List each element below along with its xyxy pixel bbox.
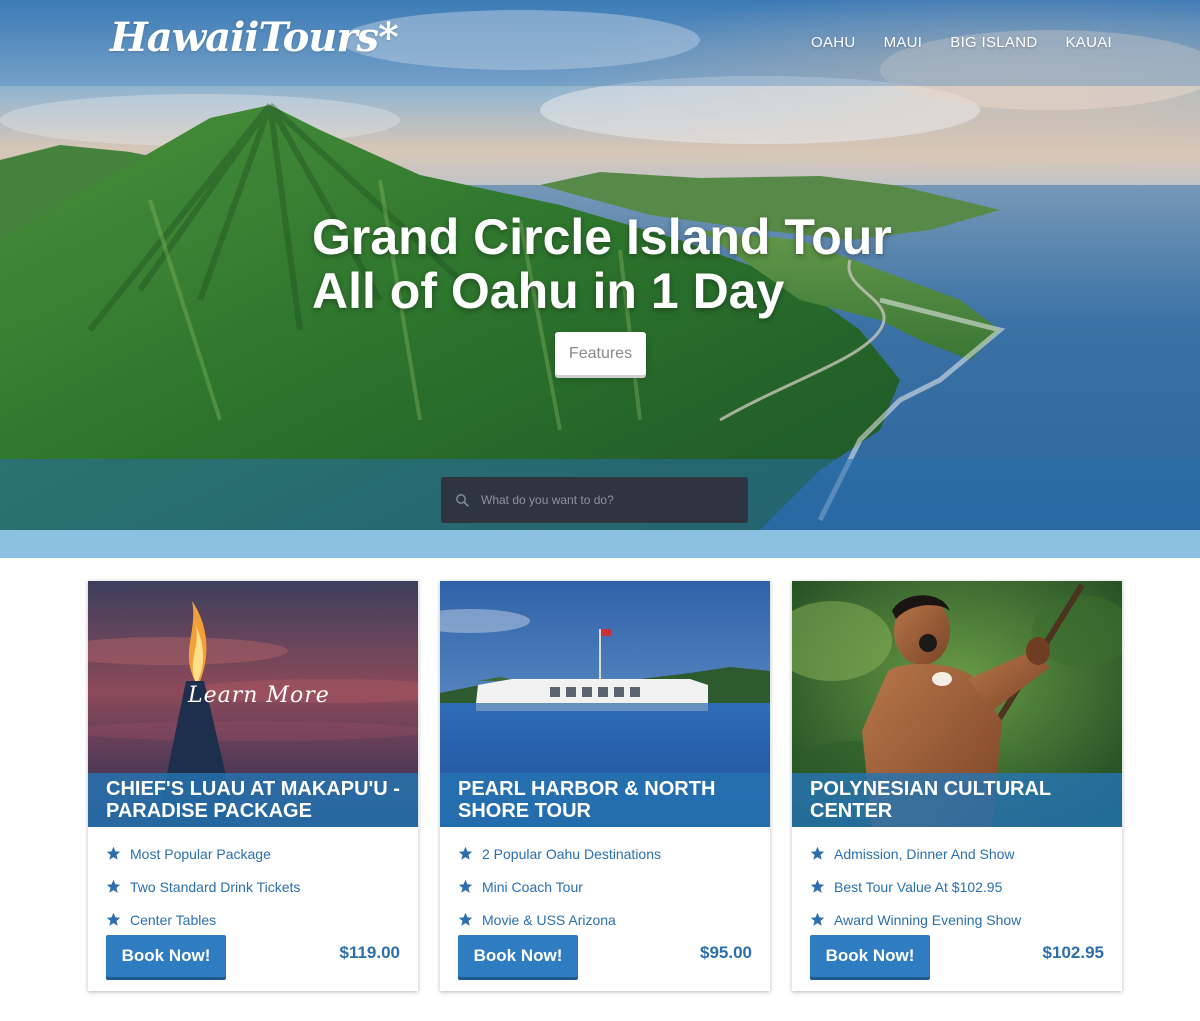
hero-headline: Grand Circle Island Tour All of Oahu in …: [312, 210, 952, 318]
star-icon: [458, 846, 473, 860]
price: $119.00: [339, 943, 400, 962]
list-item: 2 Popular Oahu Destinations: [458, 837, 661, 870]
list-item: Admission, Dinner And Show: [810, 837, 1021, 870]
feature-text: Award Winning Evening Show: [834, 911, 1022, 928]
book-now-button[interactable]: Book Now!: [106, 935, 226, 977]
feature-list: Admission, Dinner And Show Best Tour Val…: [810, 837, 1021, 936]
star-icon: [458, 912, 473, 926]
card-image[interactable]: Learn More Chief's Luau at Makapu'u - Pa…: [88, 581, 418, 827]
features-button[interactable]: Features: [555, 332, 646, 375]
nav-link-maui[interactable]: MAUI: [884, 34, 923, 51]
card-title[interactable]: Polynesian Cultural Center: [792, 773, 1122, 827]
nav-link-oahu[interactable]: OAHU: [811, 34, 856, 51]
star-icon: [106, 912, 121, 926]
feature-list: 2 Popular Oahu Destinations Mini Coach T…: [458, 837, 661, 936]
price: $102.95: [1042, 943, 1104, 962]
nav-link-kauai[interactable]: KAUAI: [1065, 34, 1112, 51]
main-nav: OAHU MAUI BIG ISLAND KAUAI: [811, 34, 1112, 51]
tour-card-pearl-harbor: Pearl Harbor & North Shore Tour 2 Popula…: [440, 581, 770, 991]
book-now-button[interactable]: Book Now!: [458, 935, 578, 977]
headline-line-2: All of Oahu in 1 Day: [312, 263, 785, 319]
star-icon: [810, 912, 825, 926]
card-title[interactable]: Pearl Harbor & North Shore Tour: [440, 773, 770, 827]
feature-list: Most Popular Package Two Standard Drink …: [106, 837, 300, 936]
star-icon: [458, 879, 473, 893]
list-item: Best Tour Value At $102.95: [810, 870, 1021, 903]
feature-text: Center Tables: [130, 911, 217, 928]
blue-divider-strip: [0, 530, 1200, 558]
list-item: Two Standard Drink Tickets: [106, 870, 300, 903]
tour-card-luau: Learn More Chief's Luau at Makapu'u - Pa…: [88, 581, 418, 991]
search-box[interactable]: [441, 477, 748, 523]
learn-more-overlay[interactable]: Learn More: [188, 683, 330, 708]
feature-text: Mini Coach Tour: [482, 878, 583, 895]
nav-link-big-island[interactable]: BIG ISLAND: [950, 34, 1037, 51]
tour-card-polynesian-center: Polynesian Cultural Center Admission, Di…: [792, 581, 1122, 991]
star-icon: [810, 846, 825, 860]
list-item: Center Tables: [106, 903, 300, 936]
list-item: Mini Coach Tour: [458, 870, 661, 903]
list-item: Award Winning Evening Show: [810, 903, 1021, 936]
book-now-button[interactable]: Book Now!: [810, 935, 930, 977]
feature-text: Admission, Dinner And Show: [834, 845, 1015, 862]
headline-line-1: Grand Circle Island Tour: [312, 209, 892, 265]
feature-text: Movie & USS Arizona: [482, 911, 616, 928]
list-item: Movie & USS Arizona: [458, 903, 661, 936]
site-logo[interactable]: HawaiiTours*: [110, 14, 399, 61]
star-icon: [810, 879, 825, 893]
search-input[interactable]: [481, 493, 731, 507]
card-title[interactable]: Chief's Luau at Makapu'u - Paradise Pack…: [88, 773, 418, 827]
feature-text: 2 Popular Oahu Destinations: [482, 845, 661, 862]
list-item: Most Popular Package: [106, 837, 300, 870]
hero-section: HawaiiTours* OAHU MAUI BIG ISLAND KAUAI …: [0, 0, 1200, 530]
feature-text: Best Tour Value At $102.95: [834, 878, 1003, 895]
feature-text: Most Popular Package: [130, 845, 271, 862]
top-navigation-bar: HawaiiTours* OAHU MAUI BIG ISLAND KAUAI: [0, 0, 1200, 86]
star-icon: [106, 879, 121, 893]
star-icon: [106, 846, 121, 860]
feature-text: Two Standard Drink Tickets: [130, 878, 301, 895]
card-image[interactable]: Polynesian Cultural Center: [792, 581, 1122, 827]
search-icon: [456, 494, 469, 507]
card-image[interactable]: Pearl Harbor & North Shore Tour: [440, 581, 770, 827]
price: $95.00: [700, 943, 752, 962]
